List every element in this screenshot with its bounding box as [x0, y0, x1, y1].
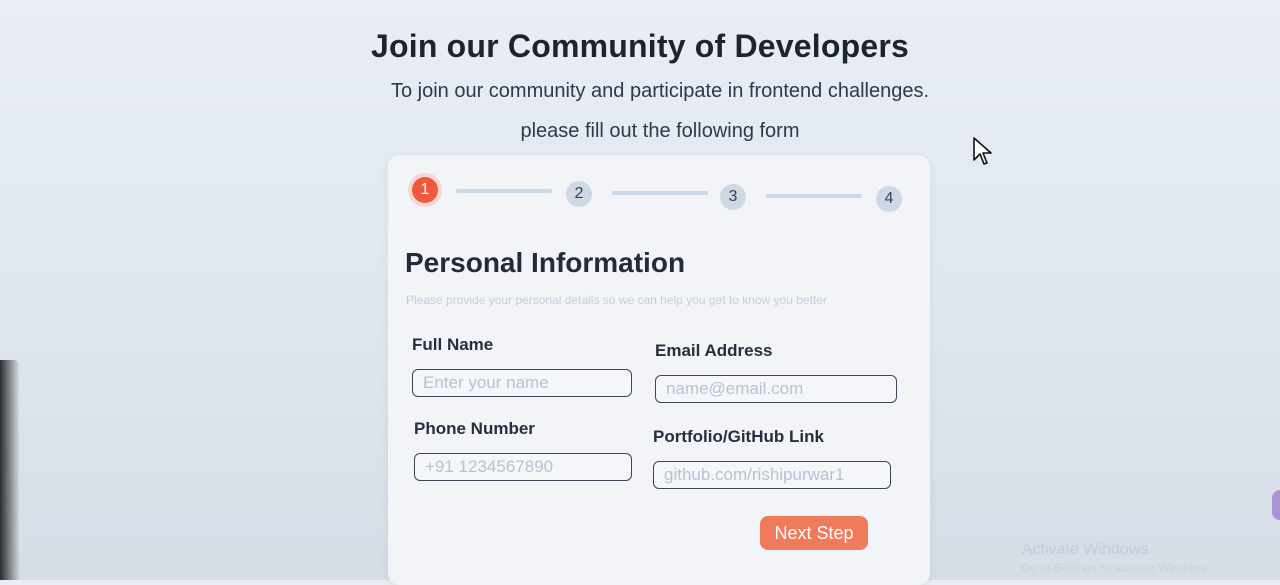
email-input[interactable] [655, 375, 897, 403]
section-description: Please provide your personal details so … [406, 293, 827, 307]
phone-input[interactable] [414, 453, 632, 481]
portfolio-input[interactable] [653, 461, 891, 489]
windows-watermark-title: Activate Windows [1022, 541, 1149, 558]
step-connector-2 [612, 191, 708, 195]
step-2[interactable]: 2 [566, 181, 592, 207]
step-1[interactable]: 1 [412, 177, 438, 203]
phone-label: Phone Number [414, 419, 535, 438]
step-3[interactable]: 3 [720, 184, 746, 210]
windows-watermark-subtitle: Go to Settings to activate Windows. [1021, 561, 1211, 575]
form-card: 1 2 3 4 Personal Information Please prov… [388, 155, 930, 585]
cursor-icon [973, 137, 992, 165]
screen-edge-right [1272, 490, 1280, 520]
page-subtitle-2: please fill out the following form [520, 120, 800, 142]
step-connector-3 [766, 194, 862, 198]
full-name-label: Full Name [412, 335, 494, 354]
full-name-input[interactable] [412, 369, 632, 397]
page-subtitle: To join our community and participate in… [390, 80, 930, 102]
page-title: Join our Community of Developers [370, 28, 910, 64]
email-label: Email Address [655, 341, 773, 360]
screen-edge-left [0, 360, 20, 580]
stepper: 1 2 3 4 [412, 177, 906, 212]
step-4[interactable]: 4 [876, 186, 902, 212]
page: Join our Community of Developers To join… [0, 0, 1280, 585]
portfolio-label: Portfolio/GitHub Link [653, 427, 824, 446]
section-title: Personal Information [405, 247, 686, 278]
step-connector-1 [456, 189, 552, 193]
next-step-button[interactable]: Next Step [760, 516, 868, 550]
